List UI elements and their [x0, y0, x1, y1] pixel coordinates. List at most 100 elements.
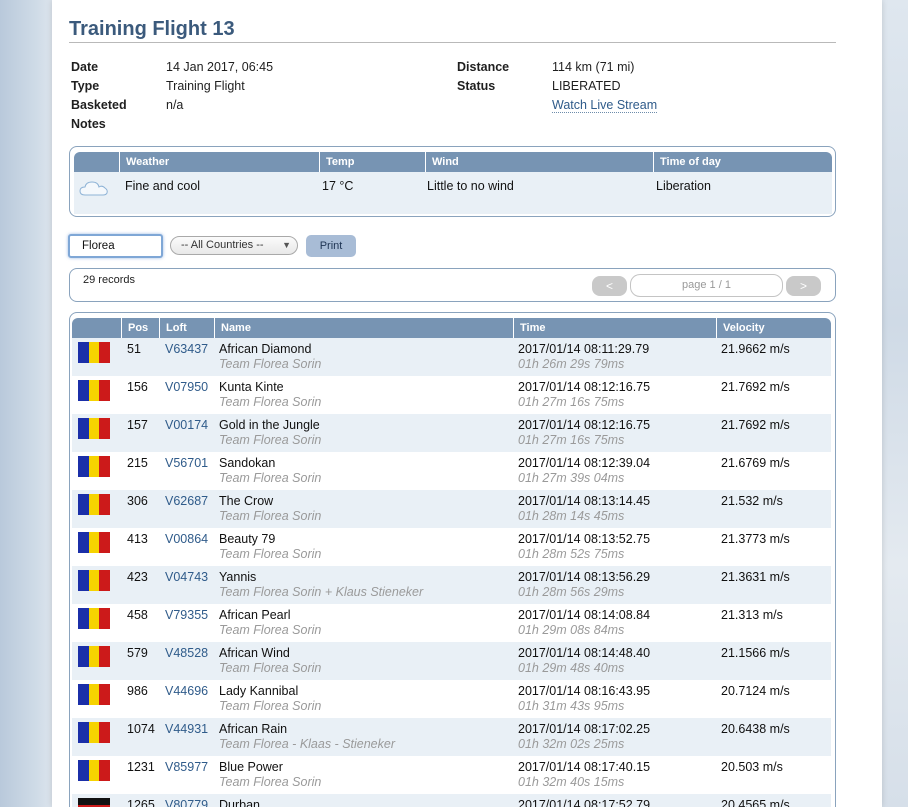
romania-flag-icon [78, 608, 111, 629]
velocity-cell: 20.6438 m/s [721, 722, 790, 736]
loft-link[interactable]: V00864 [165, 532, 208, 546]
name-filter-input[interactable] [68, 234, 163, 258]
pos-cell: 423 [127, 570, 148, 584]
velocity-cell: 21.7692 m/s [721, 418, 790, 432]
table-row[interactable]: 306 V62687 The Crow Team Florea Sorin 2017/0… [72, 490, 831, 528]
pigeon-name: African Wind [219, 646, 290, 660]
flight-duration: 01h 27m 39s 04ms [518, 471, 625, 485]
pigeon-name: Blue Power [219, 760, 283, 774]
loft-link[interactable]: V63437 [165, 342, 208, 356]
team-name: Team Florea Sorin [219, 433, 322, 447]
arrival-time: 2017/01/14 08:14:48.40 [518, 646, 651, 660]
arrival-time: 2017/01/14 08:17:52.79 [518, 798, 651, 807]
loft-link[interactable]: V79355 [165, 608, 208, 622]
arrival-time: 2017/01/14 08:12:16.75 [518, 418, 651, 432]
loft-link[interactable]: V04743 [165, 570, 208, 584]
romania-flag-icon [78, 380, 111, 401]
pigeon-name: Sandokan [219, 456, 276, 470]
pos-cell: 579 [127, 646, 148, 660]
flight-duration: 01h 28m 56s 29ms [518, 585, 625, 599]
germany-flag-icon [78, 798, 110, 807]
team-name: Team Florea Sorin [219, 661, 322, 675]
velocity-cell: 20.7124 m/s [721, 684, 790, 698]
page-title: Training Flight 13 [69, 18, 235, 40]
table-row[interactable]: 215 V56701 Sandokan Team Florea Sorin 2017/0… [72, 452, 831, 490]
table-row[interactable]: 423 V04743 Yannis Team Florea Sorin + Klaus… [72, 566, 831, 604]
status-label: Status [457, 79, 496, 93]
velocity-cell: 21.3631 m/s [721, 570, 790, 584]
distance-label: Distance [457, 60, 510, 74]
velocity-cell: 20.4565 m/s [721, 798, 790, 807]
flight-duration: 01h 29m 48s 40ms [518, 661, 625, 675]
flight-duration: 01h 28m 14s 45ms [518, 509, 625, 523]
table-row[interactable]: 413 V00864 Beauty 79 Team Florea Sorin 2017/… [72, 528, 831, 566]
pigeon-name: Yannis [219, 570, 257, 584]
pigeon-name: Gold in the Jungle [219, 418, 320, 432]
table-row[interactable]: 458 V79355 African Pearl Team Florea Sorin 2… [72, 604, 831, 642]
arrival-time: 2017/01/14 08:14:08.84 [518, 608, 651, 622]
loft-link[interactable]: V44931 [165, 722, 208, 736]
background-right [882, 0, 908, 807]
print-button[interactable]: Print [306, 235, 356, 257]
table-row[interactable]: 157 V00174 Gold in the Jungle Team Florea S… [72, 414, 831, 452]
type-label: Type [71, 79, 100, 93]
romania-flag-icon [78, 684, 111, 705]
prev-page-button[interactable]: < [592, 276, 627, 296]
table-row[interactable]: 156 V07950 Kunta Kinte Team Florea Sorin 201… [72, 376, 831, 414]
cloud-icon [79, 181, 108, 196]
table-row[interactable]: 986 V44696 Lady Kannibal Team Florea Sorin 2… [72, 680, 831, 718]
loft-link[interactable]: V62687 [165, 494, 208, 508]
loft-link[interactable]: V56701 [165, 456, 208, 470]
weather-header: Weather Temp Wind Time of day [74, 152, 832, 172]
velocity-cell: 21.1566 m/s [721, 646, 790, 660]
loft-link[interactable]: V00174 [165, 418, 208, 432]
distance-value: 114 km (71 mi) [552, 60, 635, 74]
name-col-header: Name [214, 318, 513, 338]
velocity-cell: 21.3773 m/s [721, 532, 790, 546]
weather-col-header: Weather [119, 152, 316, 172]
flight-duration: 01h 32m 40s 15ms [518, 775, 625, 789]
loft-link[interactable]: V48528 [165, 646, 208, 660]
next-page-button[interactable]: > [786, 276, 821, 296]
flight-duration: 01h 28m 52s 75ms [518, 547, 625, 561]
loft-col-header: Loft [159, 318, 214, 338]
romania-flag-icon [78, 722, 111, 743]
romania-flag-icon [78, 570, 111, 591]
temp-value: 17 °C [322, 179, 354, 193]
loft-link[interactable]: V07950 [165, 380, 208, 394]
velocity-cell: 21.6769 m/s [721, 456, 790, 470]
status-value: LIBERATED [552, 79, 621, 93]
team-name: Team Florea Sorin [219, 471, 322, 485]
country-select[interactable]: -- All Countries -- ▼ [170, 236, 298, 255]
pigeon-name: African Rain [219, 722, 288, 736]
pos-cell: 215 [127, 456, 148, 470]
type-value: Training Flight [166, 79, 245, 93]
table-row[interactable]: 1074 V44931 African Rain Team Florea - Klaa… [72, 718, 831, 756]
table-row[interactable]: 579 V48528 African Wind Team Florea Sorin 20… [72, 642, 831, 680]
arrival-time: 2017/01/14 08:17:02.25 [518, 722, 651, 736]
team-name: Team Florea - Klaas - Stieneker [219, 737, 396, 751]
notes-label: Notes [71, 117, 106, 131]
time-col-header: Time [513, 318, 716, 338]
pigeon-name: The Crow [219, 494, 274, 508]
table-row[interactable]: 51 V63437 African Diamond Team Florea Sorin… [72, 338, 831, 376]
table-row[interactable]: 1231 V85977 Blue Power Team Florea Sorin 201… [72, 756, 831, 794]
basketed-label: Basketed [71, 98, 127, 112]
time-of-day-col-header: Time of day [653, 152, 832, 172]
flight-duration: 01h 26m 29s 79ms [518, 357, 625, 371]
pos-cell: 1231 [127, 760, 155, 774]
pos-cell: 51 [127, 342, 141, 356]
pigeon-name: African Pearl [219, 608, 291, 622]
title-divider [69, 42, 836, 43]
flight-duration: 01h 29m 08s 84ms [518, 623, 625, 637]
watch-live-stream-link[interactable]: Watch Live Stream [552, 98, 658, 113]
main-page: Training Flight 13 Date 14 Jan 2017, 06:… [52, 0, 882, 807]
pos-cell: 458 [127, 608, 148, 622]
loft-link[interactable]: V44696 [165, 684, 208, 698]
velocity-cell: 20.503 m/s [721, 760, 783, 774]
loft-link[interactable]: V85977 [165, 760, 208, 774]
table-row[interactable]: 1265 V80779 Durban 2017/01/14 08:17:52.79 20… [72, 794, 831, 807]
loft-link[interactable]: V80779 [165, 798, 208, 807]
pigeon-name: Durban [219, 798, 260, 807]
arrival-time: 2017/01/14 08:11:29.79 [518, 342, 650, 356]
